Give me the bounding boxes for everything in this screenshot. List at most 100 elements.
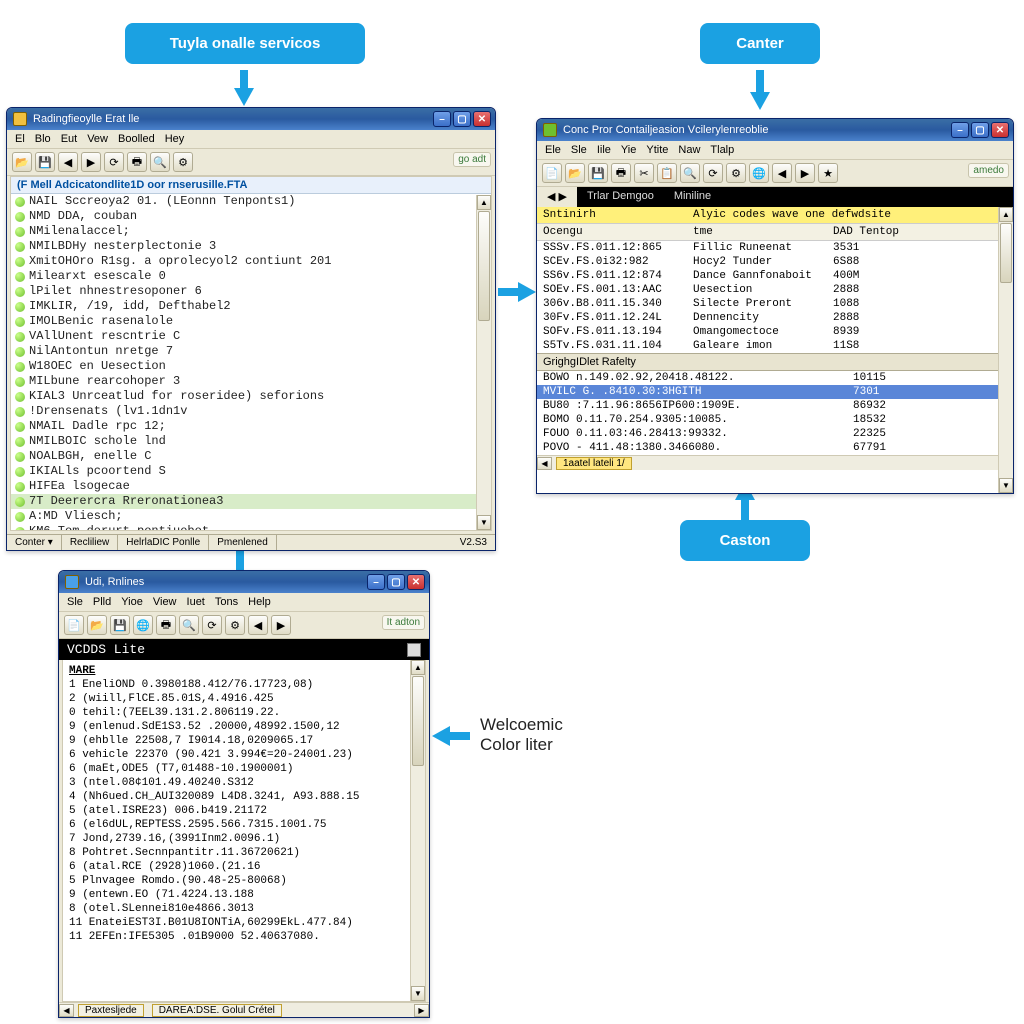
tool-icon[interactable]: 💾 (588, 163, 608, 183)
horizontal-scrollbar[interactable]: ◀ 1aatel lateli 1/ ▶ (537, 455, 1013, 470)
list-item[interactable]: A:MD Vliesch; (11, 509, 491, 524)
table-row[interactable]: BOMO 0.11.70.254.9305:10085.18532 (537, 413, 1013, 427)
table-row[interactable]: BU80 :7.11.96:8656IP600:1909E.86932 (537, 399, 1013, 413)
tool-icon[interactable]: ⟳ (703, 163, 723, 183)
col-header[interactable]: Ocengu (537, 224, 687, 240)
tool-icon[interactable]: 🔍 (179, 615, 199, 635)
menu-item[interactable]: Sle (67, 596, 83, 608)
menu-item[interactable]: Tlalp (710, 144, 734, 156)
tool-icon[interactable]: 📋 (657, 163, 677, 183)
scroll-down-icon[interactable]: ▼ (477, 515, 491, 530)
col-header[interactable]: Sntinirh (537, 207, 687, 223)
menu-item[interactable]: Iile (597, 144, 611, 156)
list-item[interactable]: HIFEa lsogecae (11, 479, 491, 494)
table-row[interactable]: MVILC G. .8410.30:3HGITH7301 (537, 385, 1013, 399)
tool-icon[interactable]: 🌐 (749, 163, 769, 183)
tool-icon[interactable]: ▶ (795, 163, 815, 183)
tool-icon[interactable]: ⟳ (202, 615, 222, 635)
tab[interactable]: Miniline (664, 187, 721, 207)
scroll-down-icon[interactable]: ▼ (411, 986, 425, 1001)
menu-item[interactable]: Vew (87, 133, 108, 145)
list-item[interactable]: NMILBDHy nesterplectonie 3 (11, 239, 491, 254)
vertical-scrollbar[interactable]: ▲ ▼ (998, 207, 1013, 493)
vertical-scrollbar[interactable]: ▲ ▼ (410, 660, 425, 1001)
list-item[interactable]: NMAIL Dadle rpc 12; (11, 419, 491, 434)
list-item[interactable]: Milearxt esescale 0 (11, 269, 491, 284)
table-row[interactable]: FOUO 0.11.03:46.28413:99332.22325 (537, 427, 1013, 441)
list-item[interactable]: NMilenalaccel; (11, 224, 491, 239)
table-row[interactable]: SOFv.FS.011.13.194Omangomectoce8939 (537, 325, 1013, 339)
tool-fwd-icon[interactable]: ▶ (81, 152, 101, 172)
minimize-button[interactable]: – (433, 111, 451, 127)
menu-item[interactable]: Iuet (187, 596, 205, 608)
scroll-left-icon[interactable]: ◀ (537, 457, 552, 470)
tool-icon[interactable]: 📄 (542, 163, 562, 183)
grid-body[interactable]: SSSv.FS.011.12:865Fillic Runeenat3531SCE… (537, 241, 1013, 353)
tool-icon[interactable]: ◀ (772, 163, 792, 183)
tab[interactable]: Trlar Demgoo (577, 187, 664, 207)
list-item[interactable]: MILbune rearcohoper 3 (11, 374, 491, 389)
tool-icon[interactable]: ▶ (271, 615, 291, 635)
menu-item[interactable]: Plld (93, 596, 111, 608)
menu-item[interactable]: Naw (678, 144, 700, 156)
maximize-button[interactable]: ▢ (453, 111, 471, 127)
tool-icon[interactable]: 📄 (64, 615, 84, 635)
maximize-button[interactable]: ▢ (387, 574, 405, 590)
table-row[interactable]: SSSv.FS.011.12:865Fillic Runeenat3531 (537, 241, 1013, 255)
tool-icon[interactable]: ◀ (248, 615, 268, 635)
tab-active[interactable]: ◀ ▶ (537, 187, 577, 207)
rules-list[interactable]: NAIL Sccreoya2 01. (LEonnn Tenponts1)NMD… (11, 194, 491, 530)
scroll-right-icon[interactable]: ▶ (414, 1004, 429, 1017)
col-header[interactable]: DAD Tentop (827, 224, 917, 240)
list-item[interactable]: NOALBGH, enelle C (11, 449, 491, 464)
titlebar[interactable]: Radingfieoylle Erat lle – ▢ ✕ (7, 108, 495, 130)
scroll-up-icon[interactable]: ▲ (999, 207, 1013, 222)
table-row[interactable]: 30Fv.FS.011.12.24LDennencity2888 (537, 311, 1013, 325)
toolbar-tag[interactable]: amedo (968, 163, 1009, 178)
minimize-button[interactable]: – (951, 122, 969, 138)
tool-back-icon[interactable]: ◀ (58, 152, 78, 172)
table-row[interactable]: BOWO n.149.02.92,20418.48122.10115 (537, 371, 1013, 385)
titlebar[interactable]: Udi, Rnlines – ▢ ✕ (59, 571, 429, 593)
table-row[interactable]: POVO - 411.48:1380.3466080.67791 (537, 441, 1013, 455)
status-cell[interactable]: Recliliew (62, 535, 118, 550)
horizontal-scrollbar[interactable]: ◀ Paxtesljede DAREA:DSE. Golul Crétel ▶ (59, 1002, 429, 1017)
page-icon[interactable] (407, 643, 421, 657)
list-item[interactable]: IMKLIR, /19, idd, Defthabel2 (11, 299, 491, 314)
status-cell[interactable]: Conter ▾ (7, 535, 62, 550)
menu-item[interactable]: Help (248, 596, 271, 608)
list-item[interactable]: IKIALls pcoortend S (11, 464, 491, 479)
table-row[interactable]: SS6v.FS.011.12:874Dance Gannfonaboit400M (537, 269, 1013, 283)
menu-item[interactable]: Ele (545, 144, 561, 156)
list-item[interactable]: 7T Deerercra Rreronationea3 (11, 494, 491, 509)
menu-item[interactable]: El (15, 133, 25, 145)
tool-icon[interactable]: 🖶 (156, 615, 176, 635)
scroll-up-icon[interactable]: ▲ (477, 195, 491, 210)
col-header[interactable]: Alyic codes wave one defwdsite (687, 207, 1013, 223)
status-cell[interactable]: HelrlaDIC Ponlle (118, 535, 209, 550)
tool-icon[interactable]: ⚙ (225, 615, 245, 635)
list-item[interactable]: NAIL Sccreoya2 01. (LEonnn Tenponts1) (11, 194, 491, 209)
tool-icon[interactable]: 🔍 (680, 163, 700, 183)
tool-print-icon[interactable]: 🖶 (127, 152, 147, 172)
titlebar[interactable]: Conc Pror Contailjeasion Vcilerylenreobl… (537, 119, 1013, 141)
menu-item[interactable]: Yioe (121, 596, 143, 608)
code-area[interactable]: MARE1 EneliOND 0.3980188.412/76.17723,08… (63, 660, 425, 1001)
tool-config-icon[interactable]: ⚙ (173, 152, 193, 172)
tool-icon[interactable]: 💾 (110, 615, 130, 635)
col-header[interactable]: tme (687, 224, 827, 240)
table-row[interactable]: S5Tv.FS.031.11.104Galeare imon11S8 (537, 339, 1013, 353)
scroll-up-icon[interactable]: ▲ (411, 660, 425, 675)
toolbar-tag[interactable]: It adton (382, 615, 425, 630)
grid2-body[interactable]: BOWO n.149.02.92,20418.48122.10115MVILC … (537, 371, 1013, 455)
tool-icon[interactable]: 🌐 (133, 615, 153, 635)
menu-item[interactable]: Sle (571, 144, 587, 156)
scroll-thumb[interactable] (478, 211, 490, 321)
tool-icon[interactable]: ⚙ (726, 163, 746, 183)
menu-item[interactable]: View (153, 596, 177, 608)
close-button[interactable]: ✕ (407, 574, 425, 590)
table-row[interactable]: SCEv.FS.0i32:982Hocy2 Tunder6S88 (537, 255, 1013, 269)
tool-search-icon[interactable]: 🔍 (150, 152, 170, 172)
list-item[interactable]: NilAntontun nretge 7 (11, 344, 491, 359)
tool-save-icon[interactable]: 💾 (35, 152, 55, 172)
